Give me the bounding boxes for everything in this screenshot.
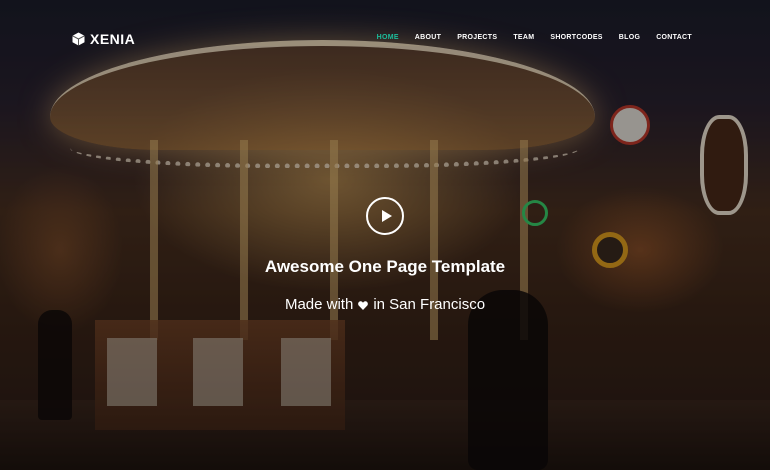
- navbar: XENIA HOME ABOUT PROJECTS TEAM SHORTCODE…: [0, 0, 770, 80]
- subline-text-after: in San Francisco: [373, 296, 486, 313]
- main-nav: HOME ABOUT PROJECTS TEAM SHORTCODES BLOG…: [377, 34, 692, 41]
- nav-item-team[interactable]: TEAM: [513, 34, 534, 41]
- hero-subline: Made with in San Francisco: [0, 296, 770, 313]
- nav-item-about[interactable]: ABOUT: [415, 34, 441, 41]
- play-icon: [382, 210, 392, 222]
- nav-item-projects[interactable]: PROJECTS: [457, 34, 497, 41]
- nav-item-home[interactable]: HOME: [377, 34, 399, 41]
- hero-section: XENIA HOME ABOUT PROJECTS TEAM SHORTCODE…: [0, 0, 770, 470]
- subline-text-before: Made with: [284, 296, 354, 313]
- nav-item-blog[interactable]: BLOG: [619, 34, 640, 41]
- hero-headline: Awesome One Page Template: [264, 257, 506, 276]
- play-video-button[interactable]: [366, 197, 404, 235]
- brand-logo[interactable]: XENIA: [72, 31, 135, 47]
- hexagon-cube-icon: [72, 32, 85, 46]
- nav-item-shortcodes[interactable]: SHORTCODES: [550, 34, 602, 41]
- heart-icon: [358, 301, 369, 310]
- nav-item-contact[interactable]: CONTACT: [656, 34, 692, 41]
- brand-name: XENIA: [90, 31, 136, 47]
